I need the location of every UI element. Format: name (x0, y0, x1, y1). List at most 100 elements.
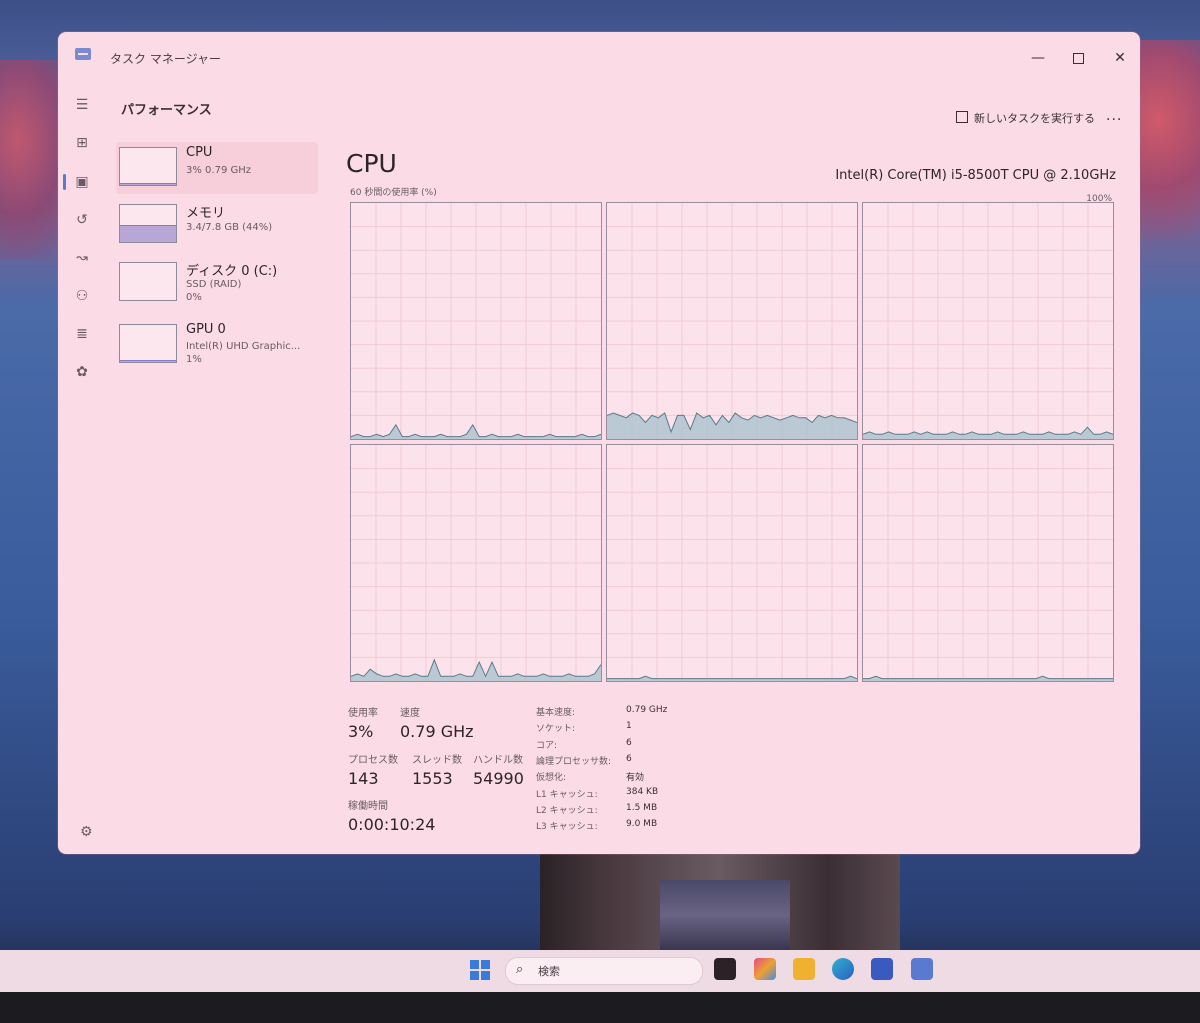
spec-value: 1 (626, 721, 632, 731)
threads-value: 1553 (412, 769, 453, 788)
core-graph (606, 202, 858, 440)
wallpaper-deck-detail (660, 880, 790, 950)
copilot-icon[interactable] (754, 958, 776, 980)
resource-usage: 0% (186, 292, 202, 303)
monitor-bezel (0, 992, 1200, 1023)
resource-name: ディスク 0 (C:) (186, 264, 278, 279)
start-button[interactable] (470, 960, 490, 980)
resource-usage-fill (120, 224, 176, 242)
core-graph-svg (863, 445, 1113, 681)
main-title: CPU (346, 149, 397, 178)
history-icon[interactable]: ↺ (72, 210, 92, 230)
spec-label: 基本速度: (536, 708, 576, 718)
startup-icon[interactable]: ↝ (72, 248, 92, 268)
file-explorer-icon[interactable] (793, 958, 815, 980)
search-label: 検索 (538, 965, 560, 978)
processes-label: プロセス数 (348, 755, 398, 766)
settings-icon[interactable]: ⚙ (80, 824, 93, 840)
resource-name: メモリ (186, 206, 226, 221)
resource-thumbnail (119, 147, 177, 186)
spec-value: 1.5 MB (626, 803, 658, 813)
edge-icon[interactable] (832, 958, 854, 980)
spec-value: 384 KB (626, 787, 659, 797)
usage-value: 3% (348, 722, 374, 741)
spec-label: 仮想化: (536, 773, 567, 783)
page-title: パフォーマンス (121, 103, 212, 118)
spec-value: 0.79 GHz (626, 705, 668, 715)
uptime-value: 0:00:10:24 (348, 815, 436, 834)
core-graph-svg (351, 203, 601, 439)
title-bar[interactable]: タスク マネージャー — ✕ (58, 32, 1140, 84)
speed-value: 0.79 GHz (400, 722, 474, 741)
handles-label: ハンドル数 (473, 755, 523, 766)
handles-value: 54990 (473, 769, 524, 788)
resource-item-cpu[interactable]: CPU 3% 0.79 GHz (116, 142, 318, 194)
more-options-button[interactable]: ... (1106, 108, 1122, 124)
spec-label: コア: (536, 741, 558, 751)
resource-usage-fill (120, 359, 176, 362)
new-task-label: 新しいタスクを実行する (974, 112, 1095, 125)
core-graph-svg (863, 203, 1113, 439)
wallpaper-deck (540, 850, 900, 950)
maximize-icon (1072, 52, 1084, 64)
core-graph-svg (607, 445, 857, 681)
users-icon[interactable]: ⚇ (72, 286, 92, 306)
spec-value: 9.0 MB (626, 819, 658, 829)
resource-detail: Intel(R) UHD Graphic... (186, 341, 301, 352)
close-button[interactable]: ✕ (1105, 46, 1135, 70)
resource-thumbnail (119, 262, 177, 301)
core-graph (862, 444, 1114, 682)
resource-detail: 3.4/7.8 GB (44%) (186, 222, 273, 233)
core-graph-svg (607, 203, 857, 439)
task-manager-window: タスク マネージャー — ✕ ☰ ⊞ ▣ ↺ ↝ ⚇ ≣ ✿ ⚙ パフォーマンス… (58, 32, 1140, 854)
task-manager-app-icon (75, 48, 91, 60)
details-icon[interactable]: ≣ (72, 324, 92, 344)
resource-detail: SSD (RAID) (186, 279, 242, 290)
start-logo-tile (470, 960, 479, 969)
taskbar-search[interactable]: ⌕ 検索 (505, 957, 703, 985)
resource-item-gpu[interactable]: GPU 0 Intel(R) UHD Graphic... 1% (116, 319, 318, 371)
new-task-button[interactable]: 新しいタスクを実行する (956, 110, 1095, 126)
spec-label: L1 キャッシュ: (536, 790, 598, 800)
core-graph-svg (351, 445, 601, 681)
hamburger-icon[interactable]: ☰ (72, 95, 92, 115)
new-task-icon (956, 111, 968, 123)
resource-thumbnail (119, 204, 177, 243)
spec-label: L2 キャッシュ: (536, 806, 598, 816)
nav-active-indicator (63, 174, 66, 190)
resource-name: GPU 0 (186, 322, 226, 337)
resource-detail: 3% 0.79 GHz (186, 165, 252, 176)
spec-label: 論理プロセッサ数: (536, 757, 612, 767)
threads-label: スレッド数 (412, 755, 462, 766)
resource-item-memory[interactable]: メモリ 3.4/7.8 GB (44%) (116, 199, 318, 251)
processes-icon[interactable]: ⊞ (72, 133, 92, 153)
resource-usage: 1% (186, 354, 202, 365)
services-icon[interactable]: ✿ (72, 362, 92, 382)
spec-value: 6 (626, 738, 632, 748)
task-manager-taskbar-icon[interactable] (911, 958, 933, 980)
core-graph (606, 444, 858, 682)
performance-icon[interactable]: ▣ (72, 172, 92, 192)
search-icon: ⌕ (516, 962, 524, 977)
spec-value: 有効 (626, 773, 645, 783)
start-logo-tile (481, 971, 490, 980)
taskbar: ⌕ 検索 (0, 950, 1200, 992)
processes-value: 143 (348, 769, 379, 788)
resource-thumbnail (119, 324, 177, 363)
taskview-icon[interactable] (714, 958, 736, 980)
graph-label: 60 秒間の使用率 (%) (350, 188, 437, 198)
start-logo-tile (481, 960, 490, 969)
window-title: タスク マネージャー (110, 52, 221, 66)
resource-usage-fill (120, 182, 176, 185)
minimize-button[interactable]: — (1023, 46, 1053, 70)
core-graph (350, 444, 602, 682)
spec-value: 6 (626, 754, 632, 764)
start-logo-tile (470, 971, 479, 980)
maximize-button[interactable] (1063, 46, 1093, 70)
cpu-model: Intel(R) Core(TM) i5-8500T CPU @ 2.10GHz (835, 168, 1116, 183)
resource-item-disk[interactable]: ディスク 0 (C:) SSD (RAID) 0% (116, 257, 318, 309)
speed-label: 速度 (400, 708, 420, 719)
resource-name: CPU (186, 145, 213, 160)
core-graph (350, 202, 602, 440)
store-icon[interactable] (871, 958, 893, 980)
